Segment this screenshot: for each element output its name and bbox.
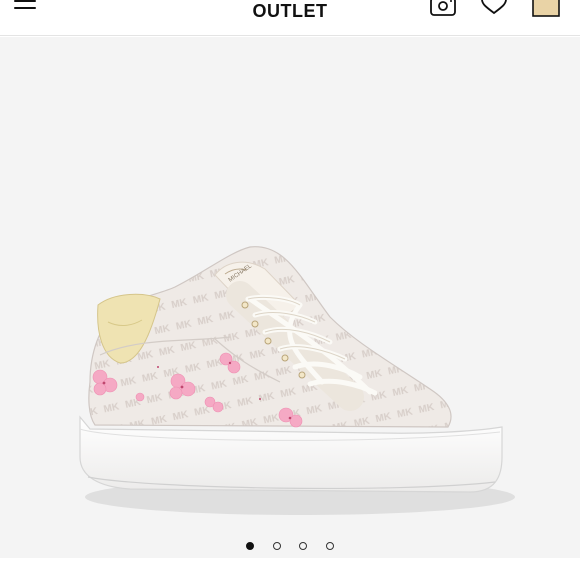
carousel-pagination [0,537,580,550]
camera-search-icon[interactable] [428,0,460,18]
carousel-dot-4[interactable] [325,541,334,550]
heart-icon[interactable] [478,0,510,18]
shopping-bag-icon[interactable] [530,0,562,18]
product-gallery[interactable]: MK MICHAEL [0,37,580,558]
top-header: OUTLET [0,0,580,36]
sneaker-product-image: MK MICHAEL [0,37,580,558]
page-bottom [0,558,580,580]
carousel-dot-2[interactable] [272,541,281,550]
carousel-dot-3[interactable] [299,541,308,550]
carousel-dot-1[interactable] [246,541,255,550]
